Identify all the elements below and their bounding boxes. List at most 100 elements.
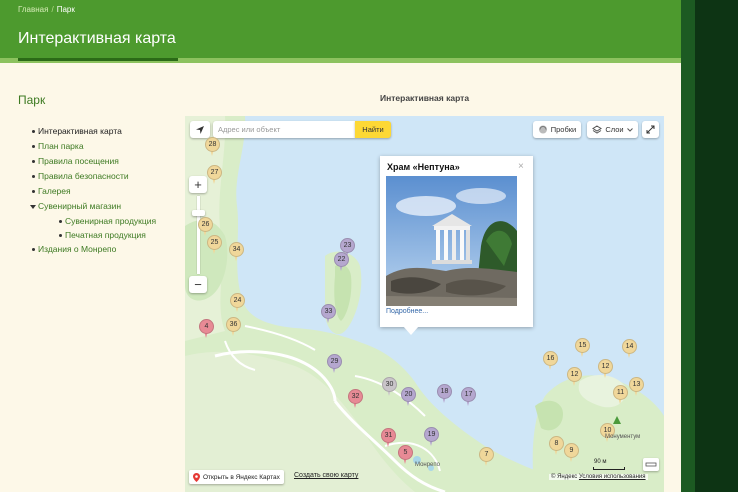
map-marker[interactable]: 24	[230, 293, 245, 313]
map-marker[interactable]: 8	[549, 436, 564, 456]
map-marker[interactable]: 33	[321, 304, 336, 324]
map-marker[interactable]: 27	[207, 165, 222, 185]
map-marker[interactable]: 30	[382, 377, 397, 397]
map-marker[interactable]: 11	[613, 385, 628, 405]
map-marker[interactable]: 20	[401, 387, 416, 407]
map-marker[interactable]: 5	[398, 445, 413, 465]
map-marker-number: 26	[201, 221, 210, 228]
expand-icon	[646, 125, 655, 134]
map-marker[interactable]: 29	[327, 354, 342, 374]
traffic-icon	[538, 125, 547, 134]
map-marker[interactable]: 4	[199, 319, 214, 339]
scale-bar	[593, 467, 625, 470]
map-marker[interactable]: 32	[348, 389, 363, 409]
layers-label: Слои	[605, 125, 624, 134]
map-marker[interactable]: 22	[334, 252, 349, 272]
zoom-in-button[interactable]: +	[189, 176, 207, 193]
neptune-temple-photo	[386, 176, 517, 306]
map-marker-number: 34	[232, 246, 241, 253]
map-marker[interactable]: 17	[461, 387, 476, 407]
breadcrumb-separator: /	[51, 5, 54, 14]
map-pin-icon	[193, 472, 200, 482]
popup-close-icon[interactable]: ×	[518, 161, 524, 172]
page-title: Интерактивная карта	[18, 30, 176, 47]
open-in-yandex-label: Открыть в Яндекс Картах	[203, 473, 280, 481]
navigation-arrow-icon	[196, 125, 204, 134]
copyright-text: © Яндекс	[551, 474, 578, 480]
content-title: Интерактивная карта	[380, 93, 470, 103]
map-marker[interactable]: 9	[564, 443, 579, 463]
sidebar-subitem-souvenirs[interactable]: Сувенирная продукция	[59, 214, 165, 228]
map-marker-number: 30	[385, 381, 394, 388]
sidebar-item-safety-rules[interactable]: Правила безопасности	[32, 169, 165, 184]
sidebar-title: Парк	[18, 93, 46, 107]
map-marker-number: 24	[233, 297, 242, 304]
map-marker-number: 23	[343, 242, 352, 249]
sidebar-item-visit-rules[interactable]: Правила посещения	[32, 154, 165, 169]
map-marker-number: 11	[616, 389, 625, 396]
layers-button[interactable]: Слои	[587, 121, 638, 138]
map-marker[interactable]: 26	[198, 217, 213, 237]
sidebar-item-souvenir-shop[interactable]: Сувенирный магазин Сувенирная продукция …	[30, 199, 165, 242]
map-marker-number: 22	[337, 256, 346, 263]
traffic-label: Пробки	[550, 125, 577, 134]
fullscreen-button[interactable]	[642, 121, 659, 138]
map-marker[interactable]: 19	[424, 427, 439, 447]
popup-more-link[interactable]: Подробнее...	[386, 308, 428, 315]
map-marker[interactable]: 10	[600, 423, 615, 443]
map-marker[interactable]: 34	[229, 242, 244, 262]
sidebar-item-interactive-map[interactable]: Интерактивная карта	[32, 124, 165, 139]
ruler-icon	[645, 462, 657, 467]
map-marker[interactable]: 28	[205, 137, 220, 157]
map-marker[interactable]: 12	[598, 359, 613, 379]
map-marker[interactable]: 16	[543, 351, 558, 371]
poi-label-monumentum: Монументум	[605, 434, 641, 440]
map-search-input[interactable]: Адрес или объект	[213, 121, 355, 138]
interactive-map[interactable]: Адрес или объект Найти Пробки Слои + − 2…	[185, 116, 664, 492]
map-marker-number: 18	[440, 388, 449, 395]
popup-pointer	[403, 326, 419, 335]
sidebar-item-publications[interactable]: Издания о Монрепо	[32, 242, 165, 257]
layers-icon	[592, 125, 603, 134]
map-marker-number: 31	[384, 432, 393, 439]
breadcrumb-current: Парк	[56, 5, 75, 14]
poi-label-monrepo: Монрепо	[415, 462, 440, 468]
map-marker-number: 12	[570, 371, 579, 378]
sidebar-subitem-printed[interactable]: Печатная продукция	[59, 228, 165, 242]
sidebar-item-gallery[interactable]: Галерея	[32, 184, 165, 199]
sidebar-item-park-plan[interactable]: План парка	[32, 139, 165, 154]
map-marker-number: 27	[210, 169, 219, 176]
zoom-slider-handle[interactable]	[192, 210, 205, 216]
zoom-out-button[interactable]: −	[189, 276, 207, 293]
map-marker-number: 8	[554, 440, 559, 447]
map-marker[interactable]: 15	[575, 338, 590, 358]
map-marker-number: 17	[464, 391, 473, 398]
traffic-button[interactable]: Пробки	[533, 121, 581, 138]
map-marker-number: 29	[330, 358, 339, 365]
map-marker[interactable]: 18	[437, 384, 452, 404]
scale-label: 90 м	[594, 459, 607, 465]
geolocation-button[interactable]	[190, 121, 210, 138]
terms-link[interactable]: Условия использования	[579, 474, 646, 480]
create-map-link[interactable]: Создать свою карту	[294, 472, 358, 479]
map-marker-number: 9	[569, 447, 574, 454]
map-marker-number: 28	[208, 141, 217, 148]
map-marker[interactable]: 14	[622, 339, 637, 359]
map-marker[interactable]: 7	[479, 447, 494, 467]
map-marker-number: 7	[484, 451, 489, 458]
breadcrumb-home-link[interactable]: Главная	[18, 5, 48, 14]
map-marker[interactable]: 25	[207, 235, 222, 255]
map-marker-number: 16	[546, 355, 555, 362]
map-marker[interactable]: 12	[567, 367, 582, 387]
chevron-down-icon	[626, 127, 633, 132]
map-marker[interactable]: 31	[381, 428, 396, 448]
map-search-button[interactable]: Найти	[355, 121, 391, 138]
open-in-yandex-button[interactable]: Открыть в Яндекс Картах	[189, 470, 284, 484]
page-background-right	[681, 0, 738, 492]
map-marker[interactable]: 13	[629, 377, 644, 397]
map-marker-number: 4	[204, 323, 209, 330]
title-underline	[18, 58, 178, 61]
ruler-button[interactable]	[643, 458, 659, 471]
page: Главная / Парк Интерактивная карта Парк Ин…	[0, 0, 681, 492]
map-marker[interactable]: 36	[226, 317, 241, 337]
